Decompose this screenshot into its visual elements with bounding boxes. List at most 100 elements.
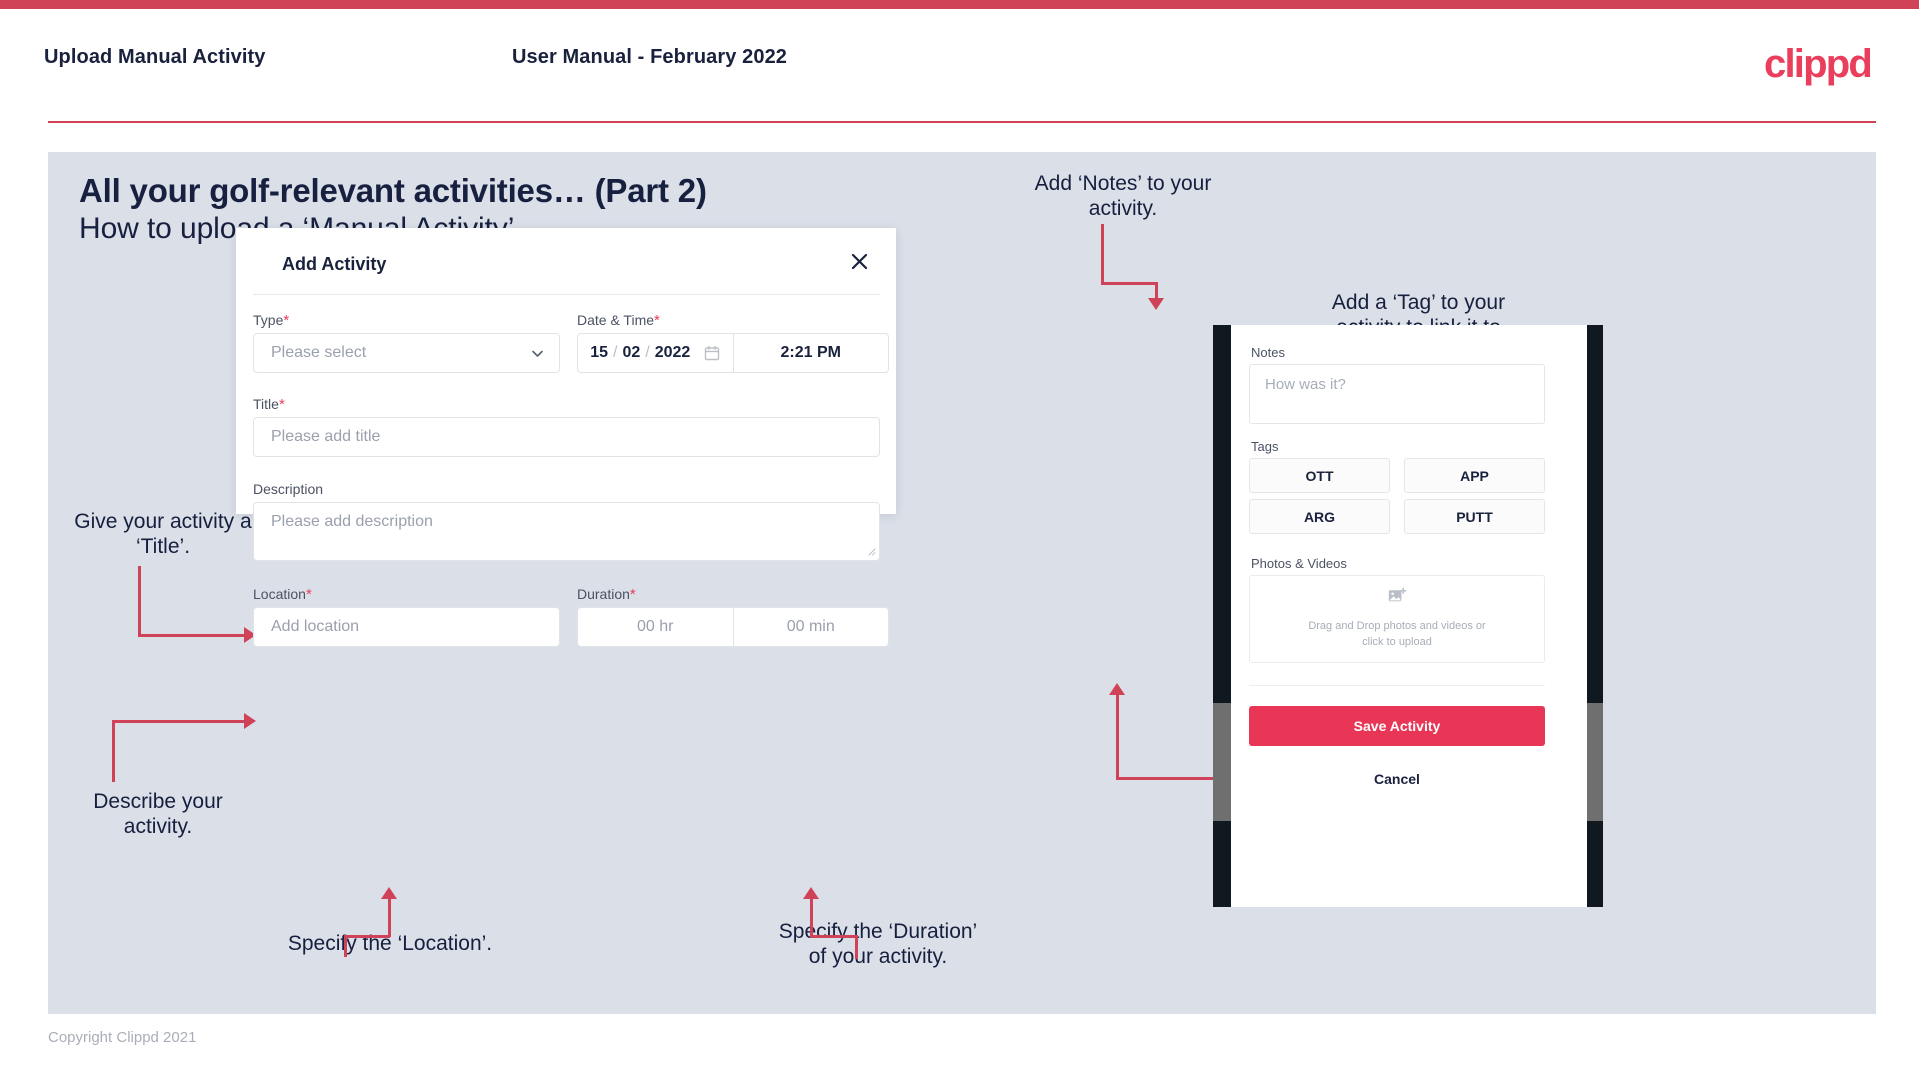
- connector-dur-v2: [855, 935, 858, 959]
- title-required-mark: *: [278, 396, 285, 413]
- type-select[interactable]: Please select: [253, 333, 560, 373]
- title-label-text: Title: [253, 396, 279, 412]
- title-input[interactable]: Please add title: [253, 417, 880, 457]
- connector-notes-h: [1101, 282, 1158, 285]
- date-sep-1: /: [613, 344, 618, 361]
- photos-label: Photos & Videos: [1251, 556, 1347, 571]
- phone-bezel-left-accent: [1213, 703, 1231, 821]
- tag-arg-label: ARG: [1303, 508, 1336, 525]
- connector-notes-v1: [1101, 224, 1104, 282]
- upload-instructions: Drag and Drop photos and videos or click…: [1308, 620, 1486, 648]
- photo-upload-dropzone[interactable]: Drag and Drop photos and videos or click…: [1249, 575, 1545, 663]
- notes-textarea[interactable]: [1249, 364, 1545, 424]
- tag-app-label: APP: [1460, 467, 1489, 484]
- time-value: 2:21 PM: [780, 344, 841, 361]
- description-textarea[interactable]: Please add description: [253, 502, 880, 561]
- tag-ott[interactable]: OTT: [1249, 458, 1390, 493]
- date-month: 02: [622, 344, 641, 361]
- annotation-description: Describe your activity.: [93, 790, 223, 838]
- connector-loc-arrow: [381, 887, 397, 899]
- datetime-required-mark: *: [654, 312, 660, 329]
- connector-desc-h: [112, 720, 246, 723]
- header-left-title: Upload Manual Activity: [44, 46, 266, 68]
- tag-app[interactable]: APP: [1404, 458, 1545, 493]
- duration-minutes-value: 00 min: [786, 618, 835, 635]
- connector-desc-arrow: [244, 713, 256, 729]
- slide-page: Upload Manual Activity User Manual - Feb…: [0, 0, 1919, 1079]
- resize-grip-icon[interactable]: [866, 546, 876, 558]
- connector-notes-arrow: [1148, 298, 1164, 310]
- duration-hours-value: 00 hr: [637, 618, 674, 635]
- connector-dur-arrow: [803, 887, 819, 899]
- datetime-field-group: 15 / 02 / 2022 2:21 PM: [577, 333, 889, 373]
- connector-dur-v1: [810, 897, 813, 937]
- tags-label: Tags: [1251, 439, 1279, 454]
- save-activity-label: Save Activity: [1353, 718, 1441, 734]
- datetime-label: Date & Time*: [577, 312, 660, 329]
- duration-field-group: 00 hr 00 min: [577, 607, 889, 647]
- type-placeholder: Please select: [271, 344, 367, 361]
- header-divider: [48, 121, 1876, 123]
- description-placeholder: Please add description: [271, 513, 433, 530]
- duration-hours-input[interactable]: 00 hr: [578, 608, 734, 646]
- duration-minutes-input[interactable]: 00 min: [734, 608, 889, 646]
- date-input[interactable]: 15 / 02 / 2022: [578, 334, 734, 372]
- tag-putt-label: PUTT: [1456, 508, 1493, 525]
- page-title: All your golf-relevant activities… (Part…: [79, 172, 707, 209]
- connector-title-v: [138, 566, 141, 634]
- connector-loc-v1: [388, 897, 391, 937]
- location-label: Location*: [253, 586, 312, 603]
- notes-label: Notes: [1251, 345, 1285, 360]
- annotation-notes: Add ‘Notes’ to your activity.: [1034, 172, 1212, 220]
- type-label: Type*: [253, 312, 289, 329]
- duration-label: Duration*: [577, 586, 636, 603]
- modal-title: Add Activity: [282, 254, 387, 274]
- cancel-label: Cancel: [1374, 771, 1420, 787]
- date-sep-2: /: [645, 344, 650, 361]
- add-activity-modal: Add Activity Type* Please select Date & …: [236, 228, 896, 647]
- type-label-text: Type: [253, 312, 284, 328]
- phone-mockup: Notes How was it? Tags OTT APP ARG PUTT …: [1213, 325, 1603, 907]
- notes-placeholder: How was it?: [1265, 376, 1346, 393]
- tag-putt[interactable]: PUTT: [1404, 499, 1545, 534]
- modal-divider: [253, 294, 880, 295]
- tag-arg[interactable]: ARG: [1249, 499, 1390, 534]
- phone-bezel-right-accent: [1587, 703, 1603, 821]
- top-accent-bar: [0, 0, 1919, 9]
- chevron-down-icon: [531, 347, 543, 359]
- close-icon[interactable]: [844, 246, 874, 276]
- phone-divider: [1249, 685, 1545, 686]
- location-input[interactable]: Add location: [253, 607, 560, 647]
- header-center-title: User Manual - February 2022: [512, 46, 788, 68]
- phone-screen: Notes How was it? Tags OTT APP ARG PUTT …: [1231, 325, 1587, 907]
- annotation-duration: Specify the ‘Duration’ of your activity.: [778, 920, 978, 968]
- add-image-icon: [1388, 587, 1407, 609]
- connector-title-h: [138, 634, 246, 637]
- duration-required-mark: *: [629, 586, 636, 603]
- connector-loc-v2: [344, 935, 347, 957]
- date-year: 2022: [654, 344, 691, 361]
- connector-dur-h: [810, 935, 858, 938]
- calendar-icon[interactable]: [704, 345, 720, 361]
- phone-bezel-left: [1213, 325, 1231, 907]
- location-label-text: Location: [253, 586, 306, 602]
- time-input[interactable]: 2:21 PM: [734, 334, 889, 372]
- connector-loc-h: [344, 935, 390, 938]
- location-required-mark: *: [305, 586, 312, 603]
- connector-save-arrow: [1109, 683, 1125, 695]
- connector-save-v: [1116, 693, 1119, 779]
- date-day: 15: [590, 344, 608, 361]
- annotation-title: Give your activity a ‘Title’.: [74, 510, 252, 558]
- footer-copyright: Copyright Clippd 2021: [48, 1029, 197, 1046]
- cancel-button[interactable]: Cancel: [1249, 762, 1545, 796]
- title-label: Title*: [253, 396, 285, 413]
- phone-bezel-right: [1587, 325, 1603, 907]
- type-required-mark: *: [283, 312, 290, 329]
- save-activity-button[interactable]: Save Activity: [1249, 706, 1545, 746]
- location-placeholder: Add location: [271, 618, 360, 635]
- page-header: Upload Manual Activity User Manual - Feb…: [0, 9, 1919, 121]
- datetime-label-text: Date & Time: [577, 312, 655, 328]
- description-label: Description: [253, 481, 324, 497]
- clippd-logo: clippd: [1764, 42, 1873, 86]
- duration-label-text: Duration: [577, 586, 630, 602]
